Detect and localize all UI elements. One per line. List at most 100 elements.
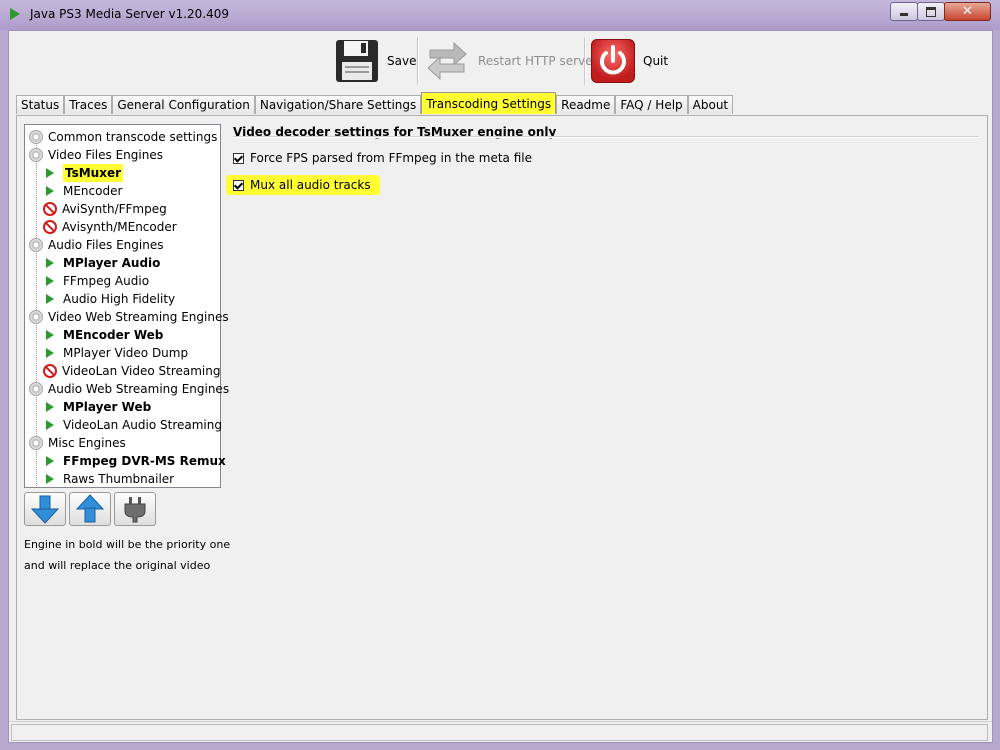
toggle-engine-button[interactable] [114, 492, 156, 526]
move-down-button[interactable] [24, 492, 66, 526]
tree-item-label: VideoLan Audio Streaming [63, 418, 222, 432]
toolbar-separator [417, 37, 419, 85]
play-icon [46, 258, 54, 268]
tree-item-mplayer-web[interactable]: MPlayer Web [43, 398, 151, 416]
save-label: Save [387, 54, 417, 68]
tree-item-misc-engines[interactable]: Misc Engines [29, 434, 126, 452]
gear-icon [29, 238, 43, 252]
hint-line-2: and will replace the original video [24, 559, 211, 572]
gear-icon [29, 382, 43, 396]
force-fps-checkbox[interactable] [233, 152, 244, 164]
gear-icon [29, 436, 43, 450]
tree-item-raws-thumbnailer[interactable]: Raws Thumbnailer [43, 470, 174, 488]
tree-item-video-web-streaming-engines[interactable]: Video Web Streaming Engines [29, 308, 229, 326]
engine-tree[interactable]: Common transcode settings Video Files En… [24, 124, 229, 488]
tree-item-mplayer-audio[interactable]: MPlayer Audio [43, 254, 160, 272]
tab-status[interactable]: Status [16, 95, 65, 114]
restart-arrows-icon [424, 38, 470, 84]
tree-item-audio-files-engines[interactable]: Audio Files Engines [29, 236, 163, 254]
restart-http-server-button[interactable]: Restart HTTP server [424, 33, 597, 89]
tree-item-ffmpeg-audio[interactable]: FFmpeg Audio [43, 272, 149, 290]
tree-item-ffmpeg-dvr-ms-remux[interactable]: FFmpeg DVR-MS Remux [43, 452, 226, 470]
tree-item-label: AviSynth/FFmpeg [62, 202, 167, 216]
tab-about[interactable]: About [687, 95, 734, 114]
mux-all-audio-label: Mux all audio tracks [250, 178, 371, 192]
tree-item-mencoder[interactable]: MEncoder [43, 182, 122, 200]
close-icon: ✕ [962, 4, 973, 19]
section-divider [233, 136, 979, 138]
tab-readme[interactable]: Readme [556, 95, 616, 114]
tree-item-videolan-audio-streaming[interactable]: VideoLan Audio Streaming [43, 416, 222, 434]
tree-item-label: Audio High Fidelity [63, 292, 176, 306]
tab-transcoding-settings[interactable]: Transcoding Settings [421, 92, 557, 114]
restart-label: Restart HTTP server [478, 54, 598, 68]
status-bar [9, 721, 992, 742]
tree-item-common-transcode-settings[interactable]: Common transcode settings [29, 128, 217, 146]
minimize-button[interactable] [890, 2, 918, 21]
tree-item-label: FFmpeg DVR-MS Remux [63, 454, 226, 468]
play-icon [46, 420, 54, 430]
tree-item-label: VideoLan Video Streaming [62, 364, 221, 378]
play-icon [46, 276, 54, 286]
tab-general-configuration[interactable]: General Configuration [112, 95, 255, 114]
tree-item-label: MPlayer Video Dump [63, 346, 189, 360]
transcoding-settings-panel: Common transcode settings Video Files En… [16, 115, 988, 720]
force-fps-option[interactable]: Force FPS parsed from FFmpeg in the meta… [233, 149, 532, 167]
gear-icon [29, 310, 43, 324]
maximize-icon [926, 7, 936, 17]
tree-item-label: Raws Thumbnailer [63, 472, 175, 486]
tree-item-label: Misc Engines [48, 436, 126, 450]
tab-faq-help[interactable]: FAQ / Help [615, 95, 688, 114]
tree-item-video-files-engines[interactable]: Video Files Engines [29, 146, 163, 164]
tree-item-avisynth-ffmpeg[interactable]: AviSynth/FFmpeg [43, 200, 167, 218]
tree-item-label: Audio Web Streaming Engines [48, 382, 230, 396]
minimize-icon [900, 13, 908, 16]
main-window: Save Restart HTTP server Quit Status Tra… [8, 30, 993, 743]
title-bar[interactable]: Java PS3 Media Server v1.20.409 ✕ [0, 0, 1000, 30]
quit-button[interactable]: Quit [591, 33, 668, 89]
gear-icon [29, 130, 43, 144]
maximize-button[interactable] [917, 2, 945, 21]
tree-item-videolan-video-streaming[interactable]: VideoLan Video Streaming [43, 362, 221, 380]
toolbar-separator [584, 37, 586, 85]
tree-item-label: Audio Files Engines [48, 238, 164, 252]
hint-line-1: Engine in bold will be the priority one [24, 538, 231, 551]
tab-navigation-share-settings[interactable]: Navigation/Share Settings [254, 95, 422, 114]
tab-traces[interactable]: Traces [64, 95, 113, 114]
tree-item-label: MEncoder [63, 184, 123, 198]
move-up-button[interactable] [69, 492, 111, 526]
app-play-icon [10, 8, 20, 20]
tree-item-label: TsMuxer [63, 164, 124, 182]
tree-item-label: MEncoder Web [63, 328, 164, 342]
mux-all-audio-checkbox[interactable] [233, 179, 244, 191]
save-button[interactable]: Save [335, 33, 416, 89]
mux-all-audio-option[interactable]: Mux all audio tracks [226, 175, 380, 195]
tree-item-label: FFmpeg Audio [63, 274, 150, 288]
play-icon [46, 456, 54, 466]
status-field [11, 724, 988, 741]
gear-icon [29, 148, 43, 162]
no-entry-icon [43, 202, 57, 216]
tree-item-label: MPlayer Web [63, 400, 152, 414]
plug-icon [124, 497, 146, 523]
close-button[interactable]: ✕ [944, 2, 991, 21]
tree-item-audio-high-fidelity[interactable]: Audio High Fidelity [43, 290, 175, 308]
tree-item-label: MPlayer Audio [63, 256, 161, 270]
window-title: Java PS3 Media Server v1.20.409 [30, 7, 230, 21]
tree-item-label: Video Web Streaming Engines [48, 310, 229, 324]
play-icon [46, 168, 54, 178]
tree-item-audio-web-streaming-engines[interactable]: Audio Web Streaming Engines [29, 380, 229, 398]
tree-item-avisynth-mencoder[interactable]: Avisynth/MEncoder [43, 218, 177, 236]
tab-bar: Status Traces General Configuration Navi… [16, 92, 734, 115]
tree-item-mencoder-web[interactable]: MEncoder Web [43, 326, 163, 344]
tree-item-tsmuxer[interactable]: TsMuxer [43, 164, 124, 182]
play-icon [46, 474, 54, 484]
tree-item-label: Video Files Engines [48, 148, 163, 162]
play-icon [46, 186, 54, 196]
tree-item-label: Common transcode settings [48, 130, 218, 144]
arrow-down-icon [30, 495, 60, 524]
force-fps-label: Force FPS parsed from FFmpeg in the meta… [250, 151, 532, 165]
tree-item-mplayer-video-dump[interactable]: MPlayer Video Dump [43, 344, 188, 362]
play-icon [46, 294, 54, 304]
arrow-up-icon [75, 494, 105, 523]
